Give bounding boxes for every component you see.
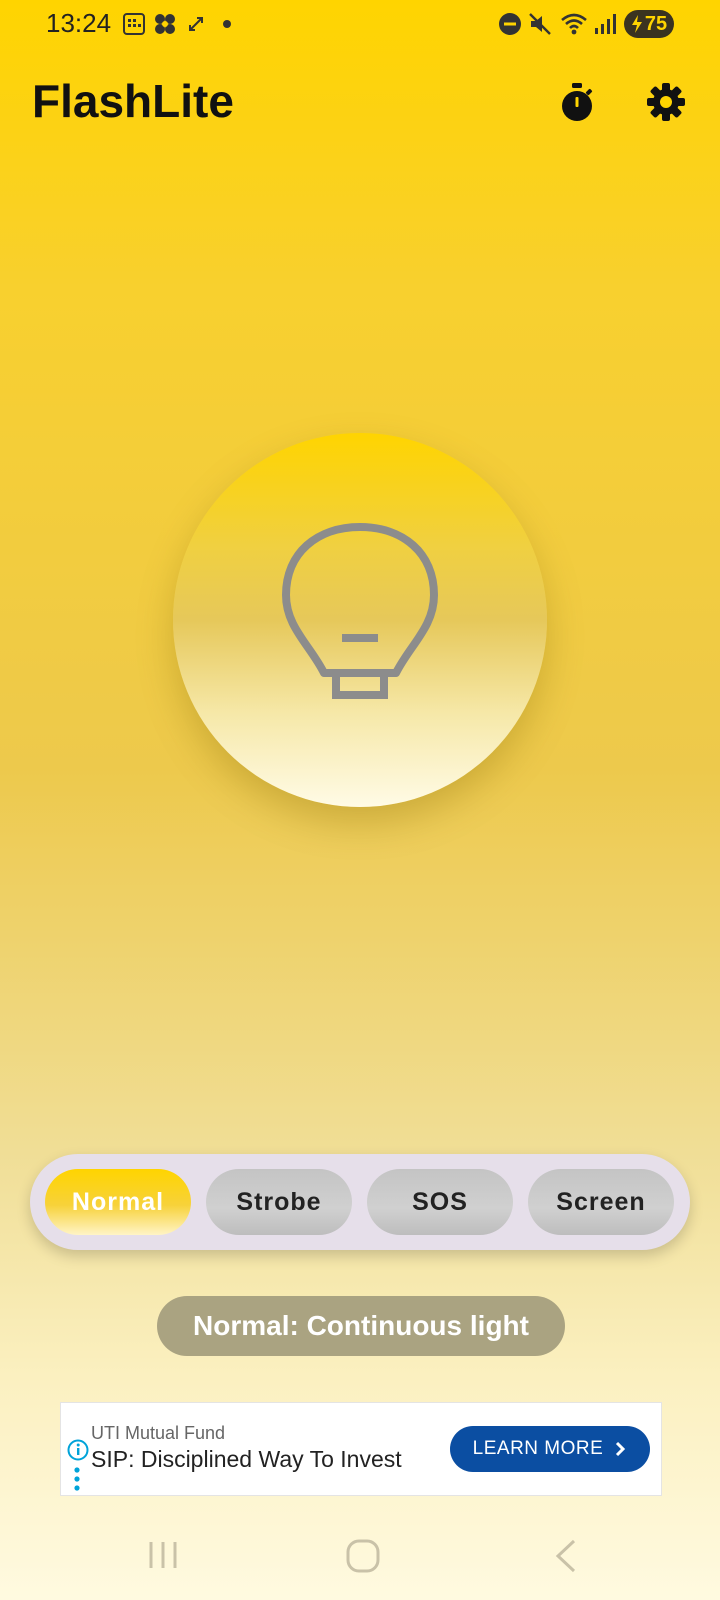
mode-description: Normal: Continuous light: [157, 1296, 565, 1356]
mode-screen-button[interactable]: Screen: [528, 1169, 674, 1235]
signal-icon: [594, 12, 616, 36]
timer-button[interactable]: [555, 80, 599, 124]
do-not-disturb-icon: [498, 12, 522, 36]
mode-strobe-button[interactable]: Strobe: [206, 1169, 352, 1235]
lightbulb-icon: [282, 523, 438, 699]
expand-icon: [186, 12, 206, 36]
recent-apps-button[interactable]: [146, 1538, 180, 1577]
flashlight-toggle-button[interactable]: [173, 433, 547, 807]
status-bar: 13:24 75: [0, 0, 720, 48]
battery-charging-icon: 75: [624, 10, 674, 38]
wifi-icon: [560, 12, 588, 36]
ad-options-icon[interactable]: [74, 1467, 80, 1498]
ad-learn-more-button[interactable]: LEARN MORE: [450, 1426, 650, 1472]
ad-cta-label: LEARN MORE: [472, 1438, 604, 1459]
mode-sos-button[interactable]: SOS: [367, 1169, 513, 1235]
settings-button[interactable]: [644, 80, 688, 124]
recent-apps-icon: [149, 1542, 177, 1568]
calendar-icon: [122, 12, 146, 36]
mode-normal-button[interactable]: Normal: [45, 1169, 191, 1235]
ad-info-icon[interactable]: [67, 1439, 89, 1466]
mode-selector: Normal Strobe SOS Screen: [30, 1154, 690, 1250]
mute-icon: [528, 12, 554, 36]
ad-headline: SIP: Disciplined Way To Invest: [91, 1446, 402, 1472]
ad-banner[interactable]: UTI Mutual Fund SIP: Disciplined Way To …: [60, 1402, 662, 1496]
settings-gear-icon: [647, 83, 685, 121]
home-icon: [346, 1539, 380, 1573]
back-button[interactable]: [552, 1538, 578, 1579]
system-nav-bar: [0, 1510, 720, 1600]
dot-icon: [222, 12, 232, 36]
status-time: 13:24: [46, 8, 112, 38]
timer-icon: [562, 83, 593, 121]
chevron-right-icon: [616, 1441, 626, 1457]
home-button[interactable]: [345, 1538, 381, 1579]
battery-level: 75: [644, 12, 668, 35]
app-title: FlashLite: [32, 75, 234, 127]
pinwheel-icon: [153, 12, 177, 36]
ad-advertiser: UTI Mutual Fund: [91, 1423, 226, 1443]
back-icon: [555, 1539, 576, 1573]
